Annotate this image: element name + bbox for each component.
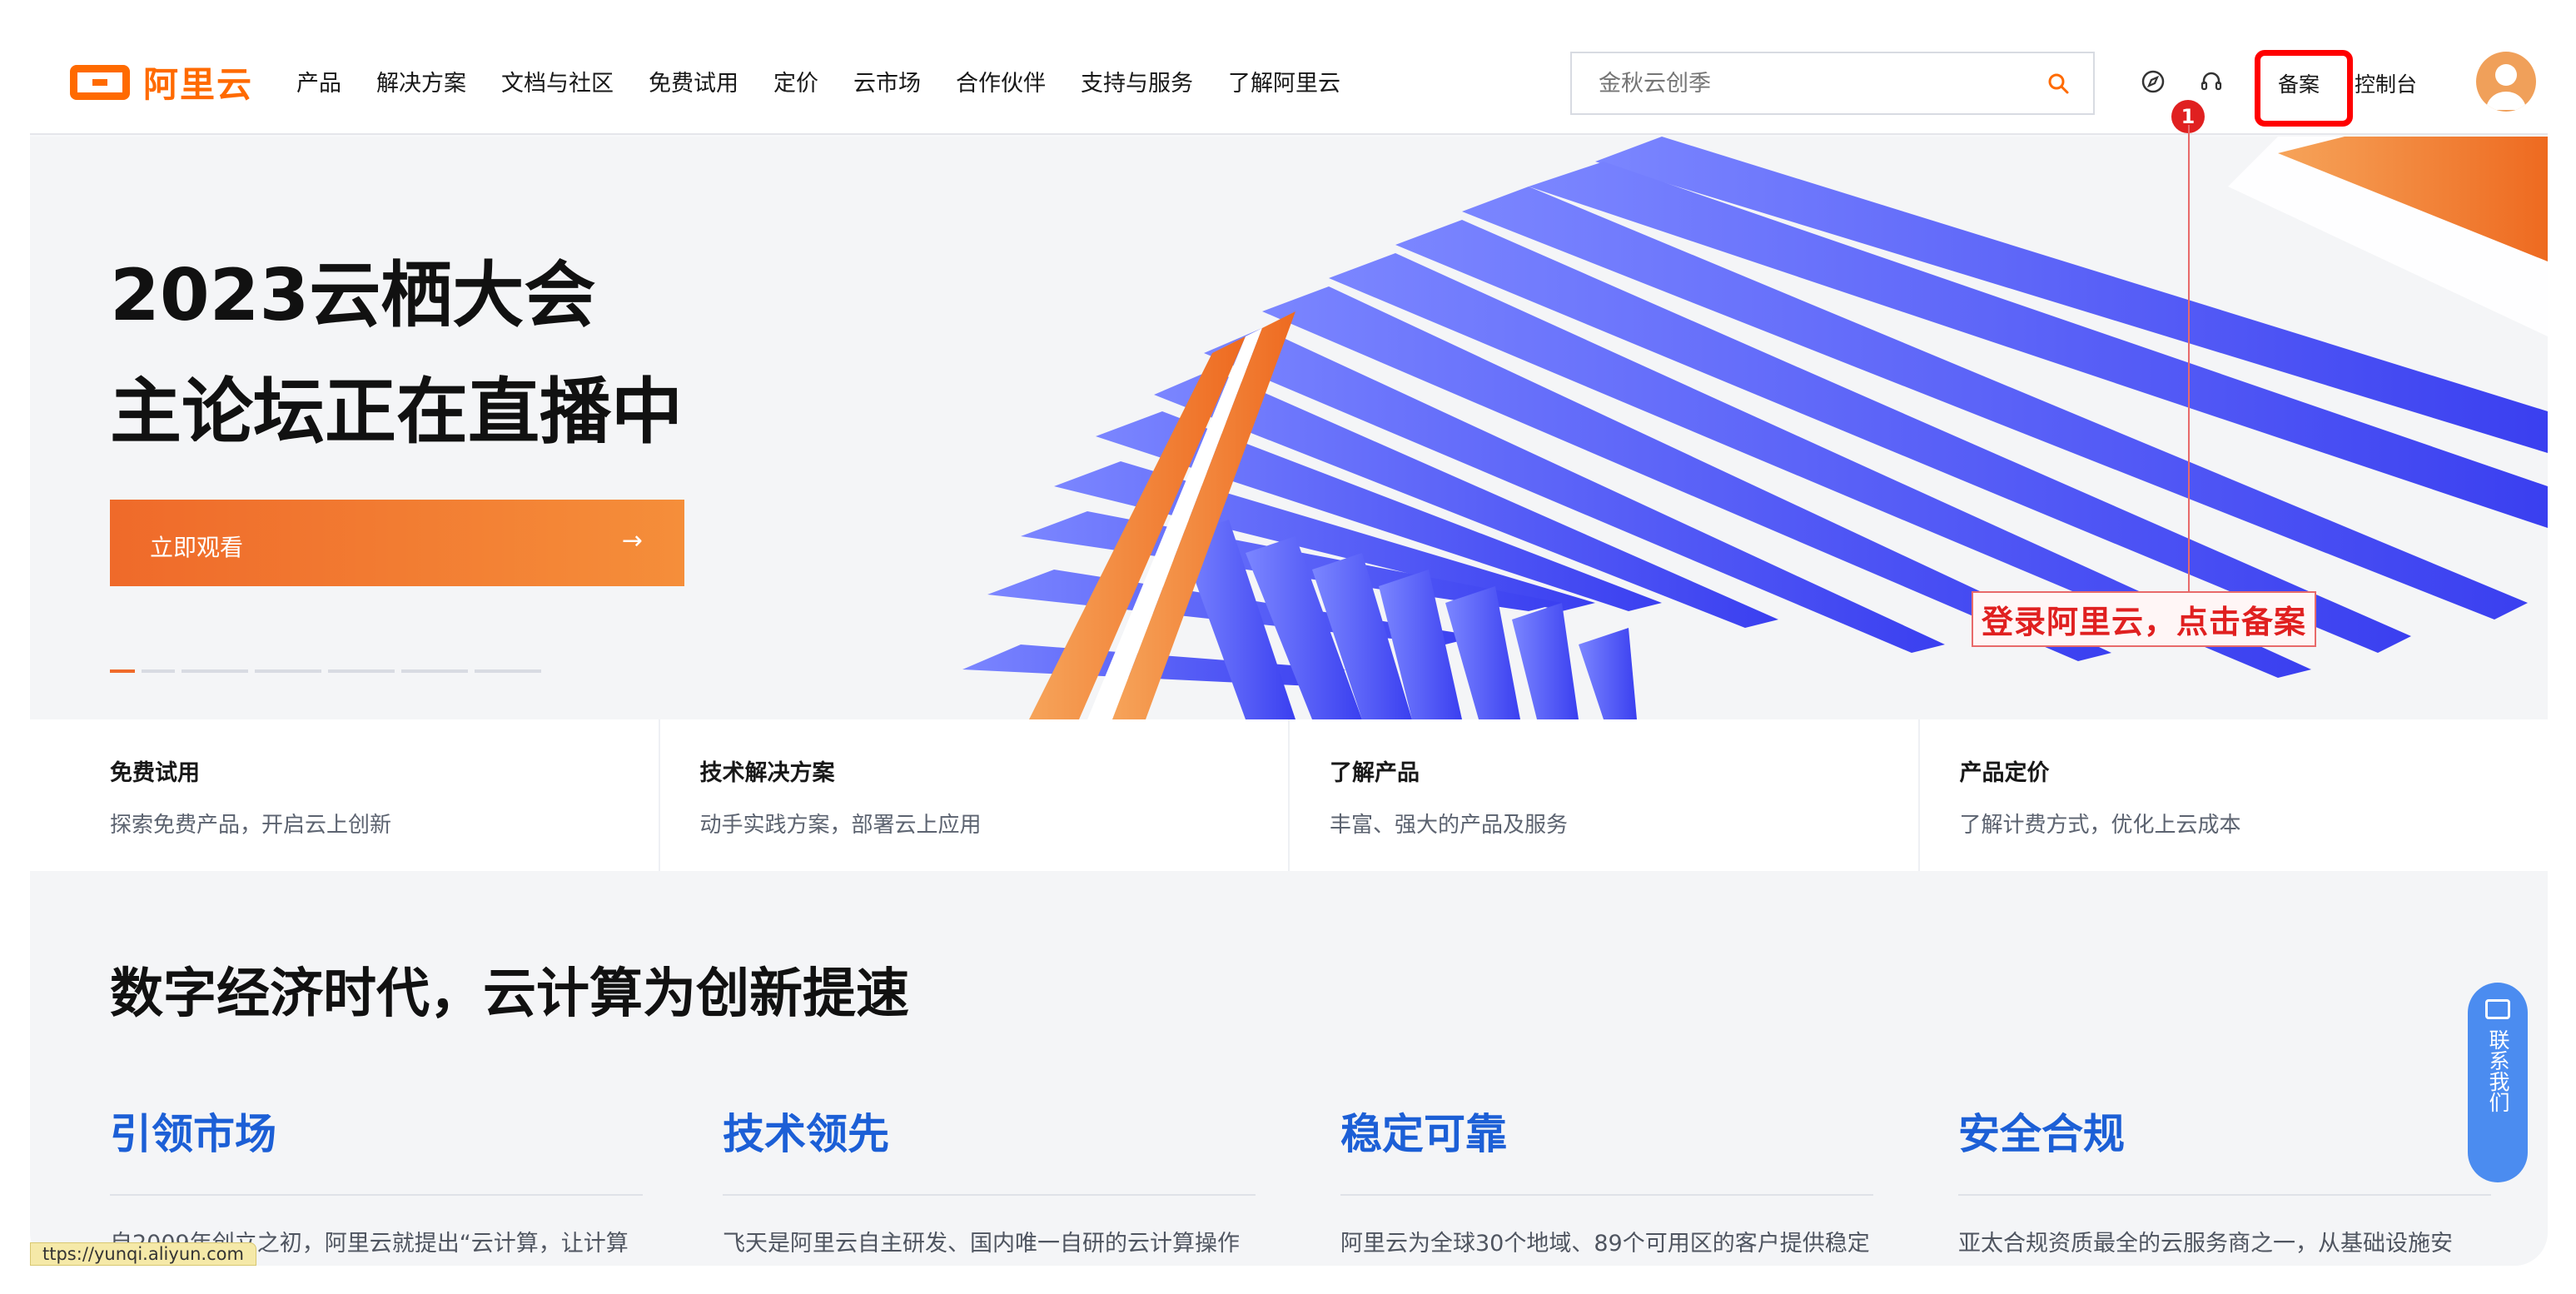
aliyun-logo[interactable]: 阿里云: [70, 57, 253, 107]
main-nav: 产品 解决方案 文档与社区 免费试用 定价 云市场 合作伙伴 支持与服务 了解阿…: [296, 65, 1340, 97]
quick-card-desc: 了解计费方式，优化上云成本: [1959, 813, 2241, 838]
advantage-column: 稳定可靠 阿里云为全球30个地域、89个可用区的客户提供稳定性全球领先的产品技术…: [1340, 1101, 1873, 1266]
quick-card-title: 技术解决方案: [699, 760, 835, 786]
quick-card-title: 免费试用: [110, 760, 200, 786]
hero-title-line2: 主论坛正在直播中: [110, 371, 683, 454]
carousel-dot[interactable]: [328, 669, 395, 673]
quick-card-desc: 动手实践方案，部署云上应用: [699, 813, 982, 838]
carousel-dot[interactable]: [255, 669, 321, 673]
advantage-heading: 引领市场: [110, 1110, 276, 1158]
advantage-heading: 稳定可靠: [1340, 1110, 1507, 1158]
search-box: [1570, 52, 2095, 115]
headset-support-icon[interactable]: [2198, 68, 2225, 95]
chat-icon: [2485, 999, 2510, 1019]
quick-card-title: 产品定价: [1959, 760, 2050, 786]
console-link[interactable]: 控制台: [2355, 68, 2417, 98]
quick-card-desc: 探索免费产品，开启云上创新: [110, 813, 392, 838]
advantage-text: 亚太合规资质最全的云服务商之一，从基础设施安全、内核平台安全、系统服务安全、云安…: [1958, 1231, 2453, 1257]
quick-card-products[interactable]: 了解产品 丰富、强大的产品及服务: [1290, 719, 1920, 871]
nav-item-docs-community[interactable]: 文档与社区: [501, 65, 614, 97]
nav-item-products[interactable]: 产品: [296, 65, 341, 97]
advantage-column: 技术领先 飞天是阿里云自主研发、国内唯一自研的云计算操作系统，编排调度百万级服务…: [723, 1101, 1256, 1266]
carousel-dot[interactable]: [401, 669, 468, 673]
carousel-dot[interactable]: [475, 669, 541, 673]
quick-entry-cards: 免费试用 探索免费产品，开启云上创新 技术解决方案 动手实践方案，部署云上应用 …: [30, 719, 2548, 871]
quick-card-free-trial[interactable]: 免费试用 探索免费产品，开启云上创新: [30, 719, 660, 871]
nav-item-marketplace[interactable]: 云市场: [853, 65, 921, 97]
callout-text: 登录阿里云，点击备案: [1972, 591, 2317, 647]
divider: [110, 1194, 643, 1196]
divider: [1340, 1194, 1873, 1196]
user-avatar[interactable]: [2476, 52, 2536, 112]
compass-icon[interactable]: [2140, 68, 2166, 95]
contact-us-label: 联系我们: [2486, 1029, 2510, 1112]
advantage-heading: 安全合规: [1958, 1110, 2125, 1158]
advantage-column: 引领市场 自2009年创立之初，阿里云就提出“云计算，让计算成为公共服务”，并坚…: [110, 1101, 643, 1266]
callout-line: [2188, 125, 2190, 591]
nav-item-support[interactable]: 支持与服务: [1081, 65, 1193, 97]
beian-highlight-box: [2255, 50, 2353, 127]
carousel-dot[interactable]: [182, 669, 248, 673]
quick-card-pricing[interactable]: 产品定价 了解计费方式，优化上云成本: [1920, 719, 2549, 871]
advantage-text: 阿里云为全球30个地域、89个可用区的客户提供稳定性全球领先的产品技术，弹性计算…: [1340, 1231, 1870, 1257]
section-title: 数字经济时代，云计算为创新提速: [110, 963, 909, 1025]
divider: [723, 1194, 1256, 1196]
hero-title-line1: 2023云栖大会: [110, 254, 596, 337]
aliyun-logo-icon: [70, 64, 130, 100]
quick-card-solutions[interactable]: 技术解决方案 动手实践方案，部署云上应用: [660, 719, 1290, 871]
quick-card-desc: 丰富、强大的产品及服务: [1330, 813, 1569, 838]
quick-card-title: 了解产品: [1330, 760, 1420, 786]
nav-item-about[interactable]: 了解阿里云: [1228, 65, 1340, 97]
carousel-indicators: [110, 669, 541, 673]
logo-text: 阿里云: [143, 64, 254, 105]
nav-item-partners[interactable]: 合作伙伴: [956, 65, 1046, 97]
arrow-right-icon: →: [621, 526, 643, 555]
advantage-text: 飞天是阿里云自主研发、国内唯一自研的云计算操作系统，编排调度百万级服务器，单集群…: [723, 1231, 1240, 1257]
advantages-section: 数字经济时代，云计算为创新提速 引领市场 自2009年创立之初，阿里云就提出“云…: [30, 871, 2548, 1266]
nav-item-free-trial[interactable]: 免费试用: [649, 65, 738, 97]
search-input[interactable]: [1572, 53, 2022, 113]
search-icon[interactable]: [2046, 72, 2070, 95]
divider: [1958, 1194, 2491, 1196]
advantage-heading: 技术领先: [723, 1110, 889, 1158]
top-header: 阿里云 产品 解决方案 文档与社区 免费试用 定价 云市场 合作伙伴 支持与服务…: [30, 0, 2548, 135]
avatar-person-icon: [2486, 64, 2526, 110]
nav-item-pricing[interactable]: 定价: [773, 65, 818, 97]
contact-us-button[interactable]: 联系我们: [2468, 983, 2528, 1182]
watch-now-button[interactable]: 立即观看 →: [110, 500, 684, 586]
carousel-dot-active[interactable]: [110, 669, 135, 673]
advantage-column: 安全合规 亚太合规资质最全的云服务商之一，从基础设施安全、内核平台安全、系统服务…: [1958, 1101, 2491, 1266]
status-bar-url: ttps://yunqi.aliyun.com: [30, 1242, 256, 1266]
carousel-dot[interactable]: [142, 669, 175, 673]
watch-now-label: 立即观看: [150, 534, 244, 561]
nav-item-solutions[interactable]: 解决方案: [376, 65, 466, 97]
